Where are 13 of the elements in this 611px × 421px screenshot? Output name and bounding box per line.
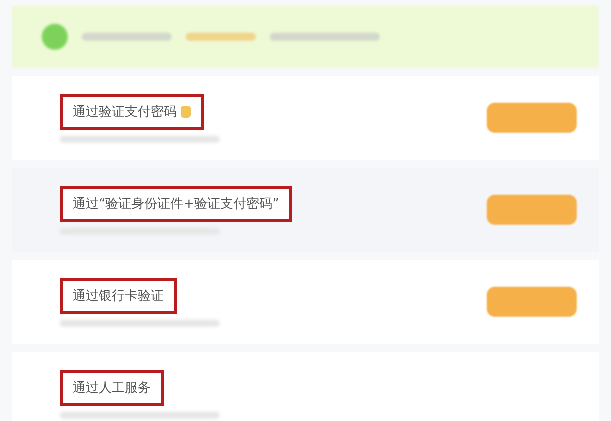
highlighted-label: 通过“验证身份证件+验证支付密码” (60, 186, 292, 222)
highlighted-label: 通过验证支付密码 (60, 94, 204, 130)
option-row[interactable]: 通过银行卡验证 (12, 260, 599, 344)
action-button[interactable] (487, 287, 577, 317)
action-button[interactable] (487, 103, 577, 133)
status-icon (42, 24, 68, 50)
option-row[interactable]: 通过“验证身份证件+验证支付密码” (12, 168, 599, 252)
option-row[interactable]: 通过人工服务 (12, 352, 599, 421)
option-row[interactable]: 通过验证支付密码 (12, 76, 599, 160)
blurred-text (186, 33, 256, 41)
action-button[interactable] (487, 195, 577, 225)
highlighted-label: 通过银行卡验证 (60, 278, 177, 314)
highlighted-label: 通过人工服务 (60, 370, 164, 406)
